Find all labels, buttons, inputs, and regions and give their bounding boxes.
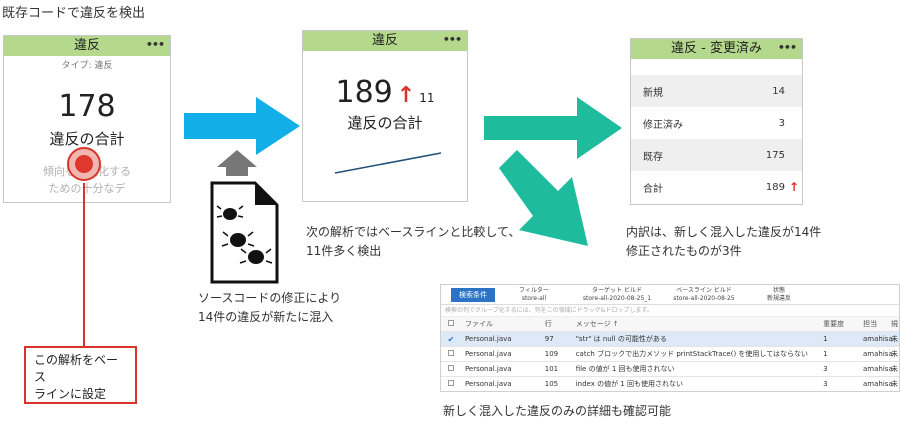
cell-severity: 1	[823, 335, 828, 343]
column-owner[interactable]: 担当	[859, 319, 889, 329]
info-title: 状態	[772, 286, 785, 294]
caption-line: 次の解析ではベースラインと比較して、	[306, 225, 521, 239]
cell-message: file の値が 1 回も使用されない	[575, 365, 675, 373]
widget-header: 違反 - 変更済み •••	[631, 39, 802, 59]
row-checked-icon[interactable]: ✔	[441, 335, 461, 344]
table-row[interactable]: Personal.java 109 catch ブロックで出力メソッド prin…	[441, 347, 899, 362]
cell-owner: amahisa	[863, 335, 893, 343]
row-value: 189	[765, 181, 785, 193]
widget-title: 違反	[371, 33, 398, 48]
cell-line: 97	[544, 335, 554, 343]
status-info[interactable]: 状態 新規違反	[747, 287, 811, 303]
violation-count-label: 違反の合計	[347, 114, 423, 132]
cell-owner: amahisa	[863, 365, 893, 373]
row-checkbox[interactable]	[441, 350, 461, 358]
cell-file: Personal.java	[464, 350, 512, 358]
trend-line	[334, 152, 442, 174]
violation-delta: 11	[419, 91, 435, 105]
cell-message: "str" は null の可能性がある	[575, 335, 667, 343]
cell-line: 109	[544, 350, 559, 358]
issue-list-panel: 検索条件 フィルター store-all ターゲット ビルド store-all…	[440, 284, 900, 392]
info-title: ベースライン ビルド	[676, 286, 732, 294]
info-value: store-all-2020-08-25_1	[582, 294, 652, 302]
row-checkbox[interactable]	[441, 365, 461, 373]
info-value: 新規違反	[766, 294, 791, 302]
cell-line: 101	[544, 365, 559, 373]
violation-count: 189	[335, 75, 393, 110]
caption-line: 11件多く検出	[306, 244, 382, 258]
row-value: 3	[778, 117, 785, 129]
breakdown-row-total[interactable]: 合計 189 ↑	[631, 171, 802, 203]
caption-detail: 新しく混入した違反のみの詳細も確認可能	[443, 404, 672, 418]
table-row[interactable]: Personal.java 101 file の値が 1 回も使用されない 3 …	[441, 362, 899, 377]
violation-count-row: 189 ↑ 11	[303, 75, 467, 110]
info-title: ターゲット ビルド	[592, 286, 642, 294]
target-build-info[interactable]: ターゲット ビルド store-all-2020-08-25_1	[573, 287, 661, 303]
cell-file: Personal.java	[464, 365, 512, 373]
caption-line: 14件の違反が新たに混入	[198, 310, 334, 324]
widget-header: 違反 •••	[303, 31, 467, 51]
widget-title: 違反 - 変更済み	[671, 41, 762, 56]
cell-severity: 1	[823, 350, 828, 358]
breakdown-row-fixed[interactable]: 修正済み 3	[631, 107, 802, 139]
table-row[interactable]: Personal.java 105 index の値が 1 回も使用されない 3…	[441, 377, 899, 391]
column-message[interactable]: メッセージ ↑	[572, 319, 819, 329]
gray-up-arrow	[217, 150, 257, 176]
cell-message: index の値が 1 回も使用されない	[575, 380, 683, 388]
cell-file: Personal.java	[464, 380, 512, 388]
cell-owner: amahisa	[863, 380, 893, 388]
up-arrow-icon: ↑	[789, 180, 800, 194]
breakdown-row-new[interactable]: 新規 14	[631, 75, 802, 107]
row-label: 既存	[643, 151, 663, 163]
issue-list-toolbar: 検索条件 フィルター store-all ターゲット ビルド store-all…	[441, 285, 899, 305]
caption-line: 修正されたものが3件	[626, 244, 742, 258]
column-rule[interactable]: 規	[889, 319, 899, 329]
breakdown-row-existing[interactable]: 既存 175	[631, 139, 802, 171]
row-label: 新規	[643, 87, 663, 99]
breakdown-table: 新規 14 修正済み 3 既存 175 合計 189 ↑	[631, 75, 802, 203]
cell-severity: 3	[823, 365, 828, 373]
violations-widget-next: 違反 ••• 189 ↑ 11 違反の合計	[302, 30, 468, 202]
menu-dots-icon[interactable]: •••	[778, 39, 797, 58]
cell-file: Personal.java	[464, 335, 512, 343]
cell-rule: 未	[891, 380, 899, 388]
cell-severity: 3	[823, 380, 828, 388]
cell-owner: amahisa	[863, 350, 893, 358]
cell-rule: 未	[891, 365, 899, 373]
caption-line: ソースコードの修正により	[198, 291, 342, 305]
cell-rule: 未	[891, 350, 899, 358]
info-value: store-all-2020-08-25	[673, 294, 735, 302]
issue-table-header: ファイル 行 メッセージ ↑ 重要度 担当 規	[441, 317, 899, 332]
group-by-hint: 検索の列でグループ化するには、列をこの領域にドラッグ&ドロップします。	[441, 305, 899, 317]
row-value: 175	[765, 149, 785, 161]
bug-document-icon	[210, 181, 279, 284]
info-value: store-all	[521, 294, 547, 302]
column-file[interactable]: ファイル	[461, 319, 541, 329]
column-line[interactable]: 行	[541, 319, 572, 329]
cell-rule: 未	[891, 335, 899, 343]
row-label: 合計	[643, 183, 663, 195]
caption-breakdown: 内訳は、新しく混入した違反が14件 修正されたものが3件	[626, 223, 821, 261]
baseline-build-info[interactable]: ベースライン ビルド store-all-2020-08-25	[661, 287, 747, 303]
teal-arrow-right	[484, 97, 622, 159]
menu-dots-icon[interactable]: •••	[443, 31, 462, 50]
up-arrow-icon: ↑	[396, 83, 416, 108]
caption-line: 内訳は、新しく混入した違反が14件	[626, 225, 822, 239]
row-value: 14	[772, 85, 785, 97]
blue-arrow	[184, 97, 300, 155]
row-checkbox[interactable]	[441, 380, 461, 388]
violations-changed-widget: 違反 - 変更済み ••• 新規 14 修正済み 3 既存 175 合計 189…	[630, 38, 803, 205]
caption-next-analysis: 次の解析ではベースラインと比較して、 11件多く検出	[306, 223, 520, 261]
select-all-checkbox[interactable]	[441, 320, 461, 328]
search-criteria-button[interactable]: 検索条件	[451, 287, 495, 302]
caption-source-fix: ソースコードの修正により 14件の違反が新たに混入	[198, 289, 341, 327]
table-row[interactable]: ✔ Personal.java 97 "str" は null の可能性がある …	[441, 332, 899, 347]
filter-info[interactable]: フィルター store-all	[495, 287, 573, 303]
info-title: フィルター	[519, 286, 549, 294]
cell-line: 105	[544, 380, 559, 388]
row-label: 修正済み	[643, 119, 683, 131]
cell-message: catch ブロックで出力メソッド printStackTrace() を使用し…	[575, 350, 809, 358]
column-severity[interactable]: 重要度	[819, 319, 859, 329]
